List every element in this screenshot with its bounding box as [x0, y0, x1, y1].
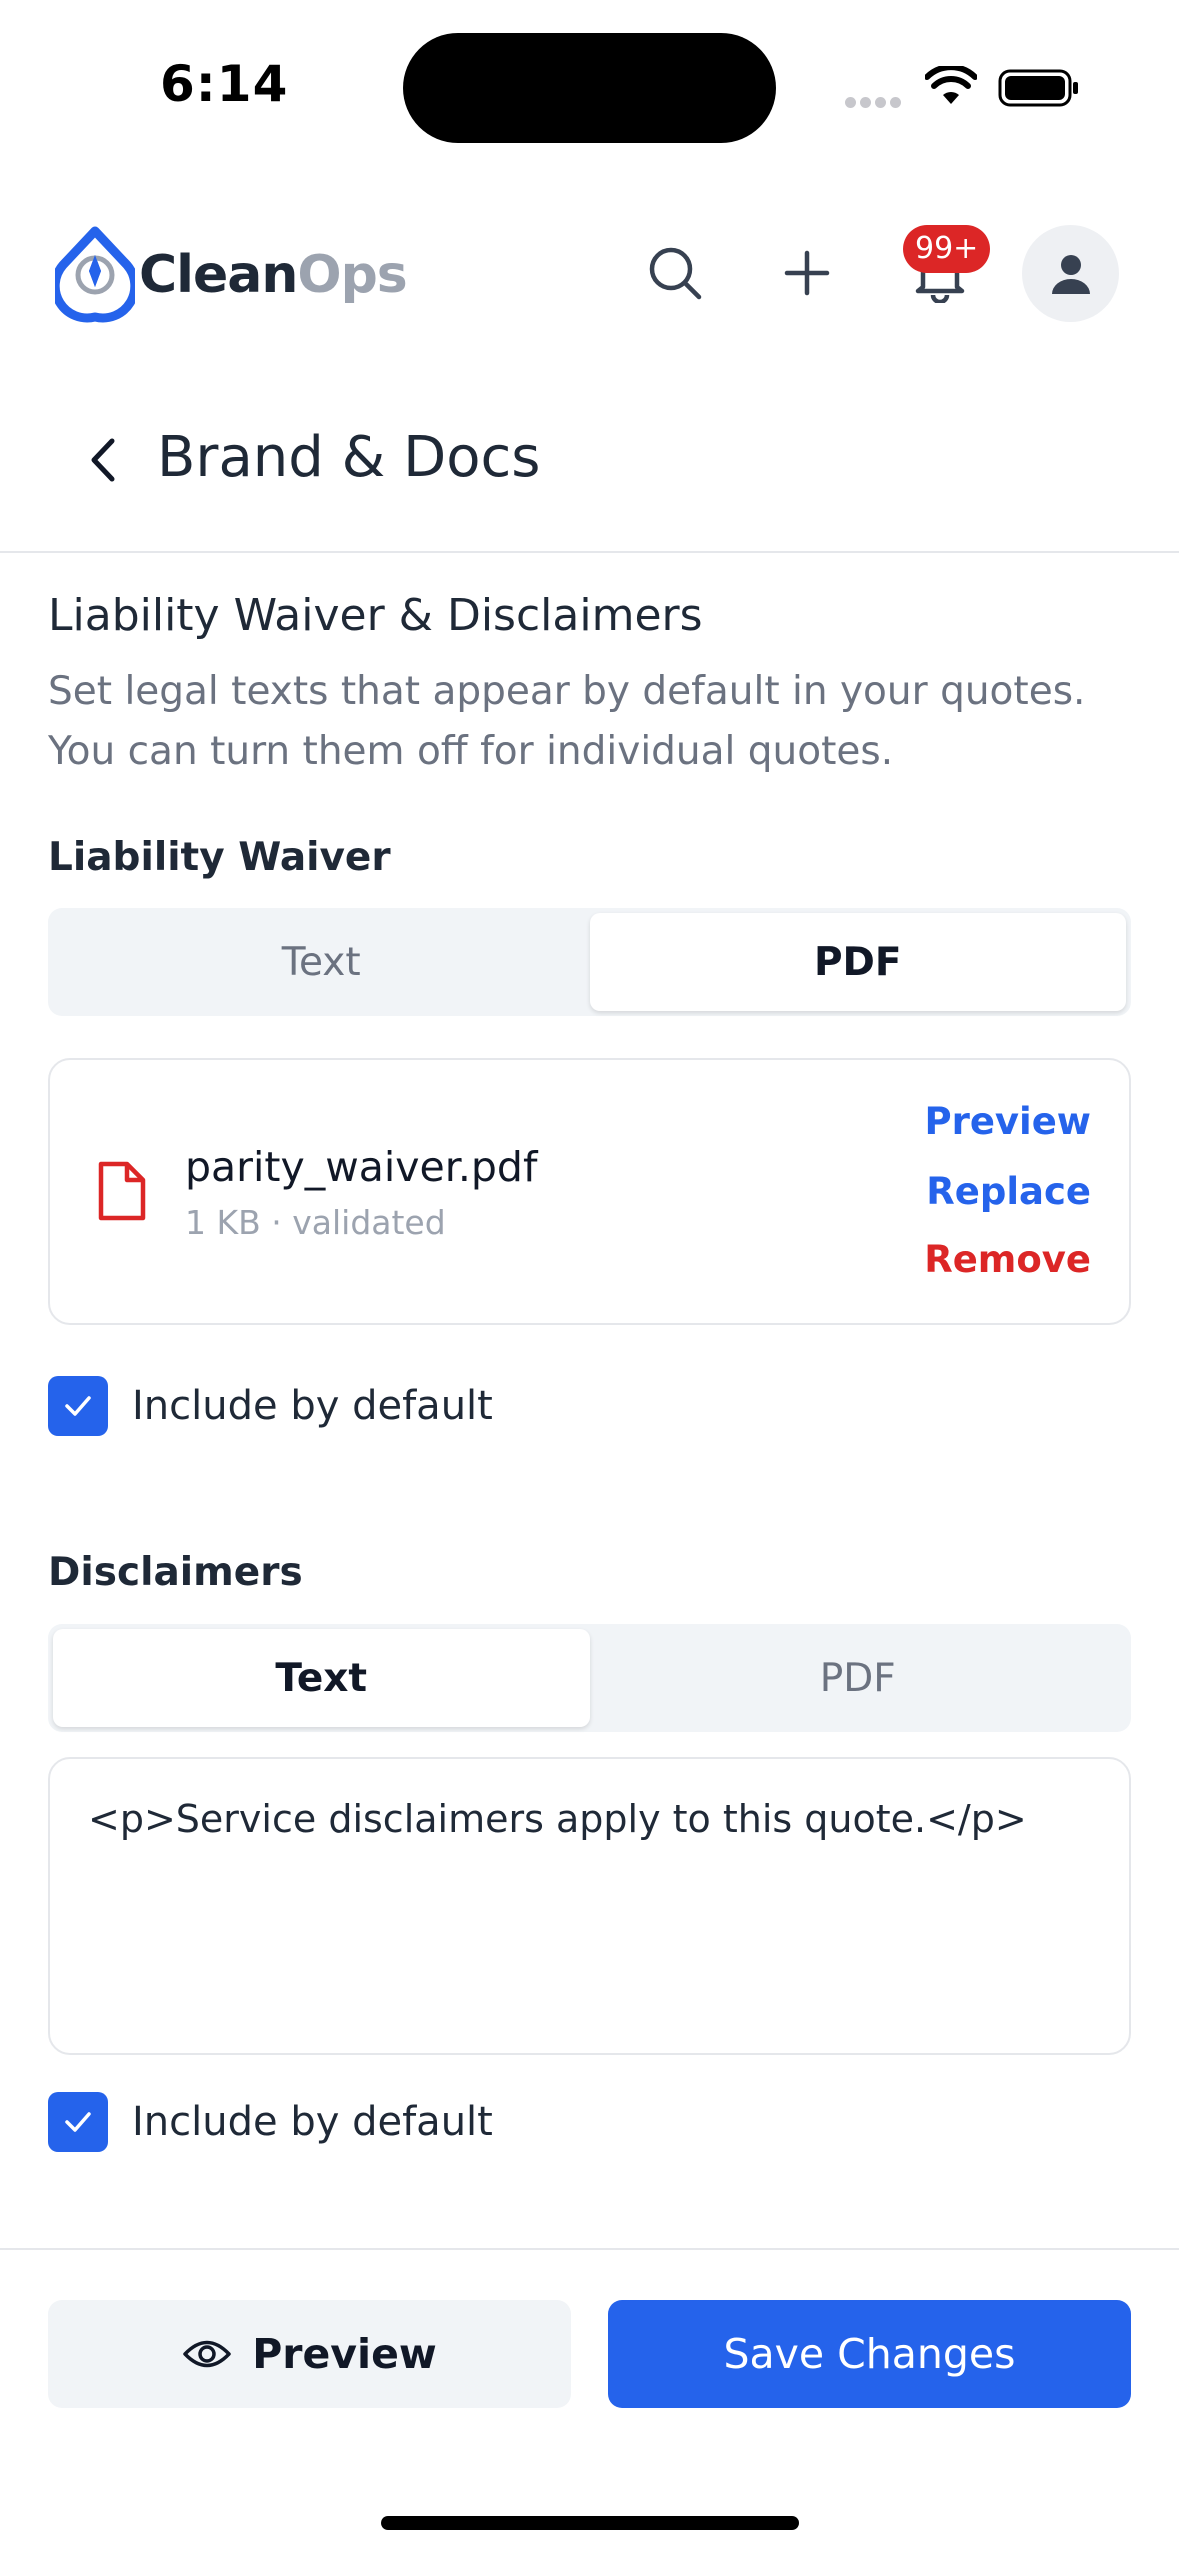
waiver-include-checkbox[interactable]: [48, 1376, 108, 1436]
check-icon: [65, 2112, 91, 2132]
file-icon: [95, 1160, 147, 1226]
signal-icon: [845, 93, 907, 108]
tab-disclaimers-pdf[interactable]: PDF: [590, 1629, 1127, 1727]
logo-text-ops: Ops: [297, 245, 407, 305]
disclaimers-tabs: Text PDF: [48, 1624, 1131, 1732]
file-remove-link[interactable]: Remove: [924, 1238, 1091, 1281]
page-title: Brand & Docs: [157, 425, 541, 490]
preview-button-label: Preview: [252, 2330, 437, 2378]
logo-icon: [55, 226, 135, 323]
waiver-include-label: Include by default: [132, 1383, 493, 1429]
disclaimers-text-input[interactable]: <p>Service disclaimers apply to this quo…: [48, 1757, 1131, 2055]
waiver-file-card: parity_waiver.pdf 1 KB · validated Previ…: [48, 1058, 1131, 1325]
disclaimers-include-checkbox[interactable]: [48, 2092, 108, 2152]
logo[interactable]: CleanOps: [55, 225, 408, 325]
section-description: Set legal texts that appear by default i…: [48, 669, 1086, 774]
avatar[interactable]: [1022, 225, 1119, 322]
file-preview-link[interactable]: Preview: [924, 1100, 1091, 1143]
tab-disclaimers-text[interactable]: Text: [53, 1629, 590, 1727]
plus-icon: [784, 250, 830, 296]
status-bar: 6:14: [0, 0, 1179, 170]
chevron-left-icon: [91, 438, 115, 482]
search-button[interactable]: [640, 238, 710, 308]
disclaimers-include-row[interactable]: Include by default: [48, 2092, 493, 2152]
section-title: Liability Waiver & Disclaimers: [48, 590, 703, 641]
disclaimers-include-label: Include by default: [132, 2099, 493, 2145]
tab-waiver-text[interactable]: Text: [53, 913, 590, 1011]
preview-button[interactable]: Preview: [48, 2300, 571, 2408]
file-replace-link[interactable]: Replace: [926, 1170, 1091, 1213]
check-icon: [65, 1396, 91, 1416]
tab-waiver-pdf[interactable]: PDF: [589, 913, 1126, 1011]
app-header: CleanOps 99+: [0, 210, 1179, 340]
add-button[interactable]: [772, 238, 842, 308]
file-name: parity_waiver.pdf: [185, 1143, 538, 1191]
user-icon: [1051, 254, 1090, 294]
search-icon: [649, 247, 702, 300]
waiver-include-row[interactable]: Include by default: [48, 1376, 493, 1436]
liability-waiver-tabs: Text PDF: [48, 908, 1131, 1016]
wifi-icon: [924, 64, 978, 110]
footer-actions: Preview Save Changes: [0, 2248, 1179, 2556]
home-indicator: [381, 2516, 799, 2530]
save-changes-button[interactable]: Save Changes: [608, 2300, 1131, 2408]
notification-badge: 99+: [903, 225, 991, 273]
back-button[interactable]: [78, 430, 128, 490]
battery-icon: [998, 69, 1080, 107]
page-header: Brand & Docs: [0, 400, 1179, 553]
liability-waiver-label: Liability Waiver: [48, 835, 391, 880]
logo-text-clean: Clean: [139, 245, 298, 305]
status-time: 6:14: [160, 55, 289, 113]
disclaimers-label: Disclaimers: [48, 1550, 303, 1595]
eye-icon: [183, 2340, 231, 2368]
dynamic-island: [403, 33, 776, 143]
file-meta: 1 KB · validated: [185, 1203, 446, 1242]
